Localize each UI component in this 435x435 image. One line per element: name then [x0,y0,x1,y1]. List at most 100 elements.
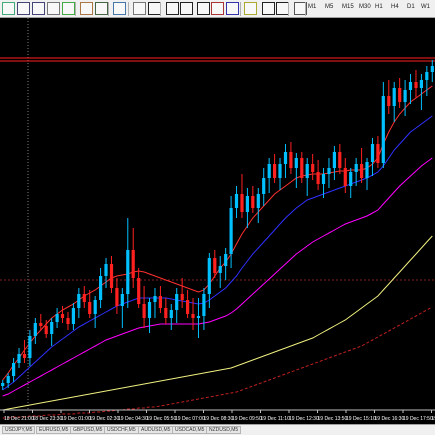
x-tick-label: 19 Dec 19:10 [432,416,435,422]
candle-body [305,164,309,178]
toolbar: M1M5M15M30H1H4D1W1MN [0,0,435,18]
candle-body [245,196,249,212]
toolbar-separator [160,2,161,16]
timeframe-m5-button[interactable]: M5 [325,4,333,10]
toolbar-separator [75,2,76,16]
timeframe-m30-button[interactable]: M30 [359,4,371,10]
candle-body [202,294,206,316]
candle-body [327,168,331,174]
candle-body [93,300,97,314]
candle-body [60,314,65,318]
candle-body [39,323,43,326]
chart-shift-icon[interactable] [80,2,93,15]
trendline-icon[interactable] [211,2,224,15]
toolbar-separator [108,2,109,16]
timeframe-m1-button[interactable]: M1 [308,4,316,10]
candle-body [169,310,173,318]
indicators-icon[interactable] [95,2,108,15]
horizontal-line-icon[interactable] [197,2,210,15]
candle-body [196,316,201,318]
x-tick-label: 19 Dec 13:50 [318,416,348,422]
chart-tab[interactable]: GBPUSD,M5 [70,426,106,434]
chart-tabs: USDJPY,M5 EURUSD,M5 GBPUSD,M5 USDCHF,M5 AUDU… [0,424,435,435]
candle-body [349,172,353,186]
chart-tab[interactable]: AUDUSD,M5 [138,426,174,434]
candle-body [88,302,92,314]
candle-body [234,194,239,208]
candle-body [311,164,315,172]
candle-body [6,376,10,383]
candle-body [1,383,5,386]
candle-body [115,288,119,306]
x-tick-label: 19 Dec 16:30 [375,416,405,422]
toolbar-separator [305,2,306,16]
candle-body [44,326,48,334]
candle-body [354,164,358,172]
candle-body [414,82,418,88]
zoom-in-icon[interactable] [17,2,30,15]
candle-body [82,294,86,302]
candle-body [360,164,364,178]
candle-body [289,152,293,168]
candle-body [343,168,347,186]
chart-tab[interactable]: EURUSD,M5 [36,426,72,434]
candle-body [175,294,179,310]
timeframe-w1-button[interactable]: W1 [421,4,430,10]
candle-body [158,296,162,308]
candle-body [33,323,37,336]
chart-canvas[interactable]: 18 Dec 21:0018 Dec 23:3019 Dec 01:0019 D… [0,18,435,424]
candle-body [164,308,168,318]
candle-body [240,194,244,212]
candle-body [28,336,32,358]
candle-body [283,152,288,164]
channel-icon[interactable] [226,2,239,15]
candle-body [104,264,108,276]
candle-body [338,152,342,168]
candle-body [425,72,429,80]
candle-body [153,296,157,302]
timeframe-h4-button[interactable]: H4 [391,4,399,10]
chart-tab[interactable]: USDCHF,M5 [104,426,139,434]
price-chart[interactable]: 18 Dec 21:00 18 Dec 23:30 19 Dec 01:00 19 D… [0,18,435,424]
clock-icon[interactable] [113,2,126,15]
candle-body [365,162,369,178]
tile-icon[interactable] [47,2,60,15]
chart-tab[interactable]: NZDUSD,M5 [206,426,242,434]
crosshair-icon[interactable] [166,2,179,15]
candle-body [316,172,320,184]
candle-body [398,88,402,102]
zoom-out-icon[interactable] [32,2,45,15]
candle-body [387,96,391,106]
toolbar-separator [288,2,289,16]
text-icon[interactable] [262,2,275,15]
candle-body [191,314,195,318]
candle-body [392,88,396,106]
candle-body [419,80,423,88]
chart-new-icon[interactable] [2,2,15,15]
candle-body [17,354,21,363]
x-tick-label: 19 Dec 15:10 [346,416,376,422]
candle-body [77,294,81,308]
toolbar-separator [240,2,241,16]
autoscroll-icon[interactable] [62,2,75,15]
moving-average-line [2,157,433,397]
candle-body [370,144,375,162]
chart-tab[interactable]: USDCAD,M5 [172,426,208,434]
vertical-line-icon[interactable] [180,2,193,15]
candle-body [381,96,385,163]
candle-body [186,300,190,314]
candle-body [126,250,130,294]
x-tick-label: 19 Dec 17:50 [403,416,433,422]
candle-body [376,144,380,163]
candle-body [408,82,413,90]
candle-body [207,258,211,294]
candle-body [180,294,184,300]
x-tick-label: 19 Dec 05:50 [147,416,177,422]
candle-body [294,158,298,168]
fibonacci-icon[interactable] [244,2,257,15]
timeframe-h1-button[interactable]: H1 [375,4,383,10]
chart-tab[interactable]: USDJPY,M5 [2,426,36,434]
templates-icon[interactable] [133,2,146,15]
timeframe-d1-button[interactable]: D1 [407,4,415,10]
timeframe-m15-button[interactable]: M15 [342,4,354,10]
